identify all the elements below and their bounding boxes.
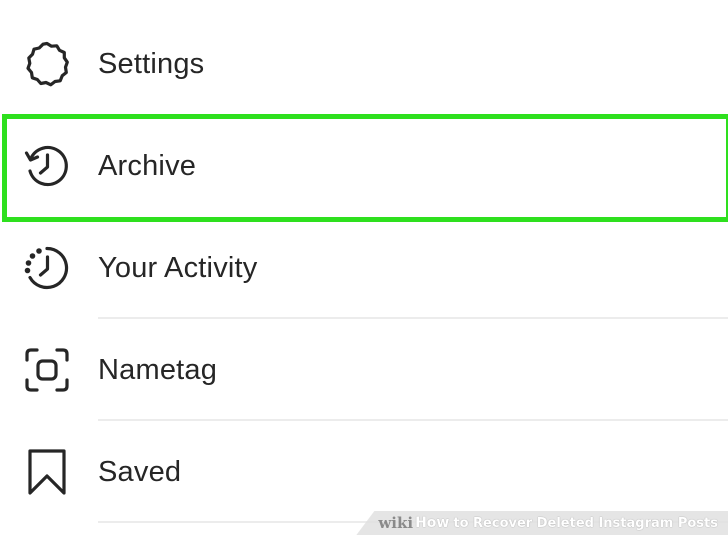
watermark-how: How xyxy=(415,515,450,531)
menu-item-saved[interactable]: Saved xyxy=(0,421,728,523)
menu-item-settings[interactable]: Settings xyxy=(0,13,728,115)
nametag-scan-icon xyxy=(22,345,72,395)
bookmark-icon xyxy=(22,447,72,497)
menu-item-label: Saved xyxy=(98,456,182,488)
watermark-wiki: wiki xyxy=(378,514,414,532)
archive-clock-icon xyxy=(22,141,72,191)
menu-item-your-activity[interactable]: Your Activity xyxy=(0,217,728,319)
menu-item-label: Archive xyxy=(98,150,197,182)
menu-item-label: Your Activity xyxy=(98,252,258,284)
activity-clock-icon xyxy=(22,243,72,293)
wikihow-watermark: wiki How to Recover Deleted Instagram Po… xyxy=(356,511,728,535)
menu-item-nametag[interactable]: Nametag xyxy=(0,319,728,421)
menu-item-archive[interactable]: Archive xyxy=(0,115,728,217)
gear-icon xyxy=(22,39,72,89)
menu-item-label: Settings xyxy=(98,48,205,80)
watermark-title: to Recover Deleted Instagram Posts xyxy=(453,515,718,531)
menu-item-label: Nametag xyxy=(98,354,218,386)
